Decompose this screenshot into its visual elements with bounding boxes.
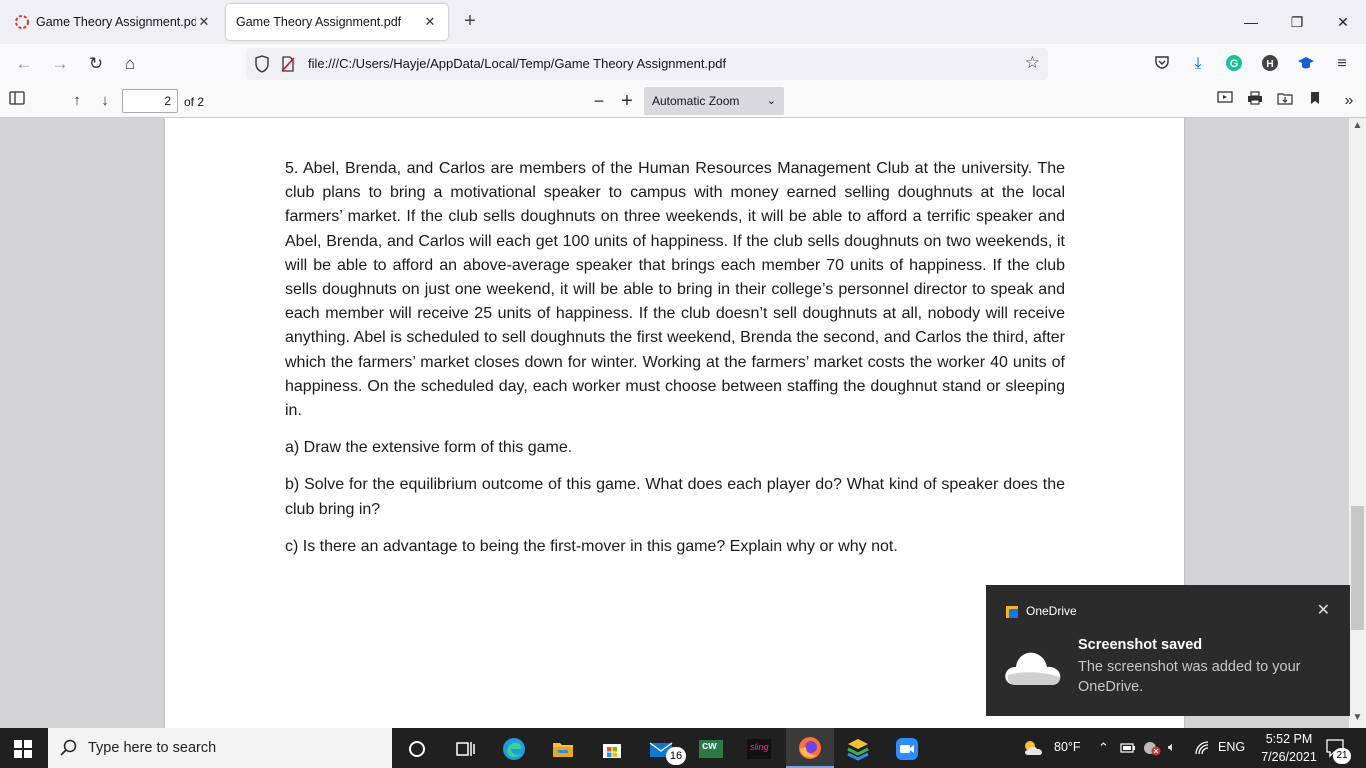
- svg-text:G: G: [1230, 58, 1239, 70]
- search-icon: [60, 739, 78, 760]
- onedrive-small-icon: [1006, 606, 1018, 621]
- cloud-icon: [1002, 645, 1064, 690]
- zoom-value: Automatic Zoom: [652, 94, 740, 108]
- print-icon[interactable]: [1244, 90, 1266, 112]
- cw-app-icon[interactable]: cw: [698, 736, 724, 762]
- back-arrow-icon[interactable]: ←: [12, 52, 36, 76]
- question-paragraph: 5. Abel, Brenda, and Carlos are members …: [285, 160, 1065, 420]
- wifi-icon[interactable]: [1194, 740, 1210, 759]
- input-language[interactable]: ENG: [1218, 740, 1245, 754]
- next-page-icon[interactable]: ↓: [94, 90, 116, 112]
- restore-button[interactable]: ❐: [1282, 10, 1312, 34]
- zoom-app-icon[interactable]: [894, 736, 920, 762]
- firefox-icon: [797, 735, 823, 764]
- vertical-scrollbar[interactable]: ▲ ▼: [1349, 118, 1366, 728]
- tab-title: Game Theory Assignment.pdf: |: [36, 15, 196, 29]
- navigation-bar: ← → ↻ ⌂ file:///C:/Users/Hayje/AppData/L…: [0, 44, 1366, 84]
- question-part-c: c) Is there an advantage to being the fi…: [285, 537, 898, 555]
- previous-page-icon[interactable]: ↑: [66, 90, 88, 112]
- battery-icon[interactable]: [1120, 742, 1136, 757]
- minimize-button[interactable]: —: [1236, 10, 1266, 34]
- layers-app-icon[interactable]: [845, 736, 871, 762]
- onedrive-notification[interactable]: OneDrive ✕ Screenshot saved The screensh…: [986, 585, 1350, 716]
- graduation-cap-icon[interactable]: [1296, 54, 1316, 74]
- notification-app-name: OneDrive: [1026, 604, 1077, 618]
- bookmark-star-icon[interactable]: ☆: [1025, 53, 1040, 73]
- insecure-page-icon[interactable]: [280, 55, 296, 76]
- chevron-down-icon: ⌄: [766, 95, 776, 107]
- sling-app-label: sling: [750, 742, 769, 752]
- loading-spinner-icon: [14, 14, 30, 30]
- page-text: 5. Abel, Brenda, and Carlos are members …: [285, 157, 1065, 572]
- volume-icon[interactable]: 🔈︎: [1168, 740, 1176, 755]
- svg-text:H: H: [1266, 59, 1273, 70]
- weather-cloud-icon[interactable]: [1022, 739, 1046, 760]
- new-tab-button[interactable]: +: [458, 10, 482, 34]
- home-icon[interactable]: ⌂: [118, 52, 142, 76]
- cortana-icon[interactable]: [404, 736, 430, 762]
- save-icon[interactable]: [1274, 90, 1296, 112]
- clock-time[interactable]: 5:52 PM: [1258, 732, 1320, 746]
- bookmark-icon[interactable]: [1304, 90, 1326, 112]
- firefox-taskbar-button[interactable]: [786, 728, 834, 768]
- grammarly-icon[interactable]: G: [1224, 54, 1244, 74]
- zoom-out-icon[interactable]: −: [588, 90, 610, 112]
- url-text: file:///C:/Users/Hayje/AppData/Local/Tem…: [308, 56, 727, 71]
- shield-icon[interactable]: [254, 55, 270, 76]
- notification-message: The screenshot was added to your OneDriv…: [1078, 659, 1301, 695]
- network-error-icon[interactable]: [1142, 740, 1162, 759]
- sidebar-toggle-icon[interactable]: [6, 90, 28, 112]
- show-hidden-icons-icon[interactable]: ⌃: [1098, 740, 1109, 756]
- close-window-button[interactable]: ✕: [1328, 10, 1358, 34]
- notification-close-icon[interactable]: ✕: [1317, 600, 1330, 620]
- menu-icon[interactable]: ≡: [1332, 54, 1352, 74]
- task-view-icon[interactable]: [452, 736, 478, 762]
- reload-icon[interactable]: ↻: [84, 52, 108, 76]
- zoom-select[interactable]: Automatic Zoom ⌄: [644, 87, 784, 115]
- tab-strip: Game Theory Assignment.pdf: | ✕ Game The…: [0, 0, 1366, 44]
- mail-badge: 16: [666, 747, 686, 765]
- search-placeholder: Type here to search: [88, 740, 217, 756]
- presentation-mode-icon[interactable]: [1214, 90, 1236, 112]
- scroll-up-icon[interactable]: ▲: [1349, 120, 1366, 131]
- tab-close-icon[interactable]: ✕: [196, 14, 212, 30]
- pdf-toolbar: ↑ ↓ 2 of 2 − + Automatic Zoom ⌄ »: [0, 84, 1366, 118]
- zoom-in-icon[interactable]: +: [616, 90, 638, 112]
- clock-date[interactable]: 7/26/2021: [1252, 750, 1326, 764]
- mail-icon[interactable]: 16: [648, 736, 688, 765]
- notification-title: Screenshot saved: [1078, 637, 1203, 653]
- edge-icon[interactable]: [501, 736, 527, 762]
- microsoft-store-icon[interactable]: [599, 736, 625, 762]
- question-part-b: b) Solve for the equilibrium outcome of …: [285, 476, 1065, 518]
- sling-app-icon[interactable]: sling: [746, 736, 772, 762]
- extension-h-icon[interactable]: H: [1260, 54, 1280, 74]
- weather-temperature[interactable]: 80°F: [1054, 740, 1081, 754]
- scroll-down-icon[interactable]: ▼: [1349, 712, 1366, 723]
- taskbar: Type here to search 16 cw sling 80°F ⌃ 🔈…: [0, 728, 1366, 768]
- tab-active[interactable]: Game Theory Assignment.pdf ✕: [226, 4, 448, 40]
- file-explorer-icon[interactable]: [550, 736, 576, 762]
- notification-count-badge: 21: [1333, 748, 1351, 764]
- taskbar-search-box[interactable]: Type here to search: [48, 728, 392, 768]
- pocket-icon[interactable]: [1152, 54, 1172, 74]
- windows-start-icon[interactable]: [14, 740, 32, 761]
- forward-arrow-icon[interactable]: →: [48, 52, 72, 76]
- question-part-a: a) Draw the extensive form of this game.: [285, 439, 573, 457]
- page-number-input[interactable]: 2: [122, 89, 178, 113]
- scroll-thumb[interactable]: [1351, 506, 1364, 630]
- page-count: of 2: [184, 95, 205, 109]
- download-icon[interactable]: ⤓: [1188, 54, 1208, 74]
- tools-chevron-icon[interactable]: »: [1338, 90, 1360, 112]
- tab-inactive[interactable]: Game Theory Assignment.pdf: | ✕: [4, 4, 222, 40]
- tab-close-icon[interactable]: ✕: [422, 14, 438, 30]
- cw-app-label: cw: [702, 740, 717, 752]
- tab-title: Game Theory Assignment.pdf: [236, 15, 402, 29]
- address-bar[interactable]: file:///C:/Users/Hayje/AppData/Local/Tem…: [246, 48, 1048, 80]
